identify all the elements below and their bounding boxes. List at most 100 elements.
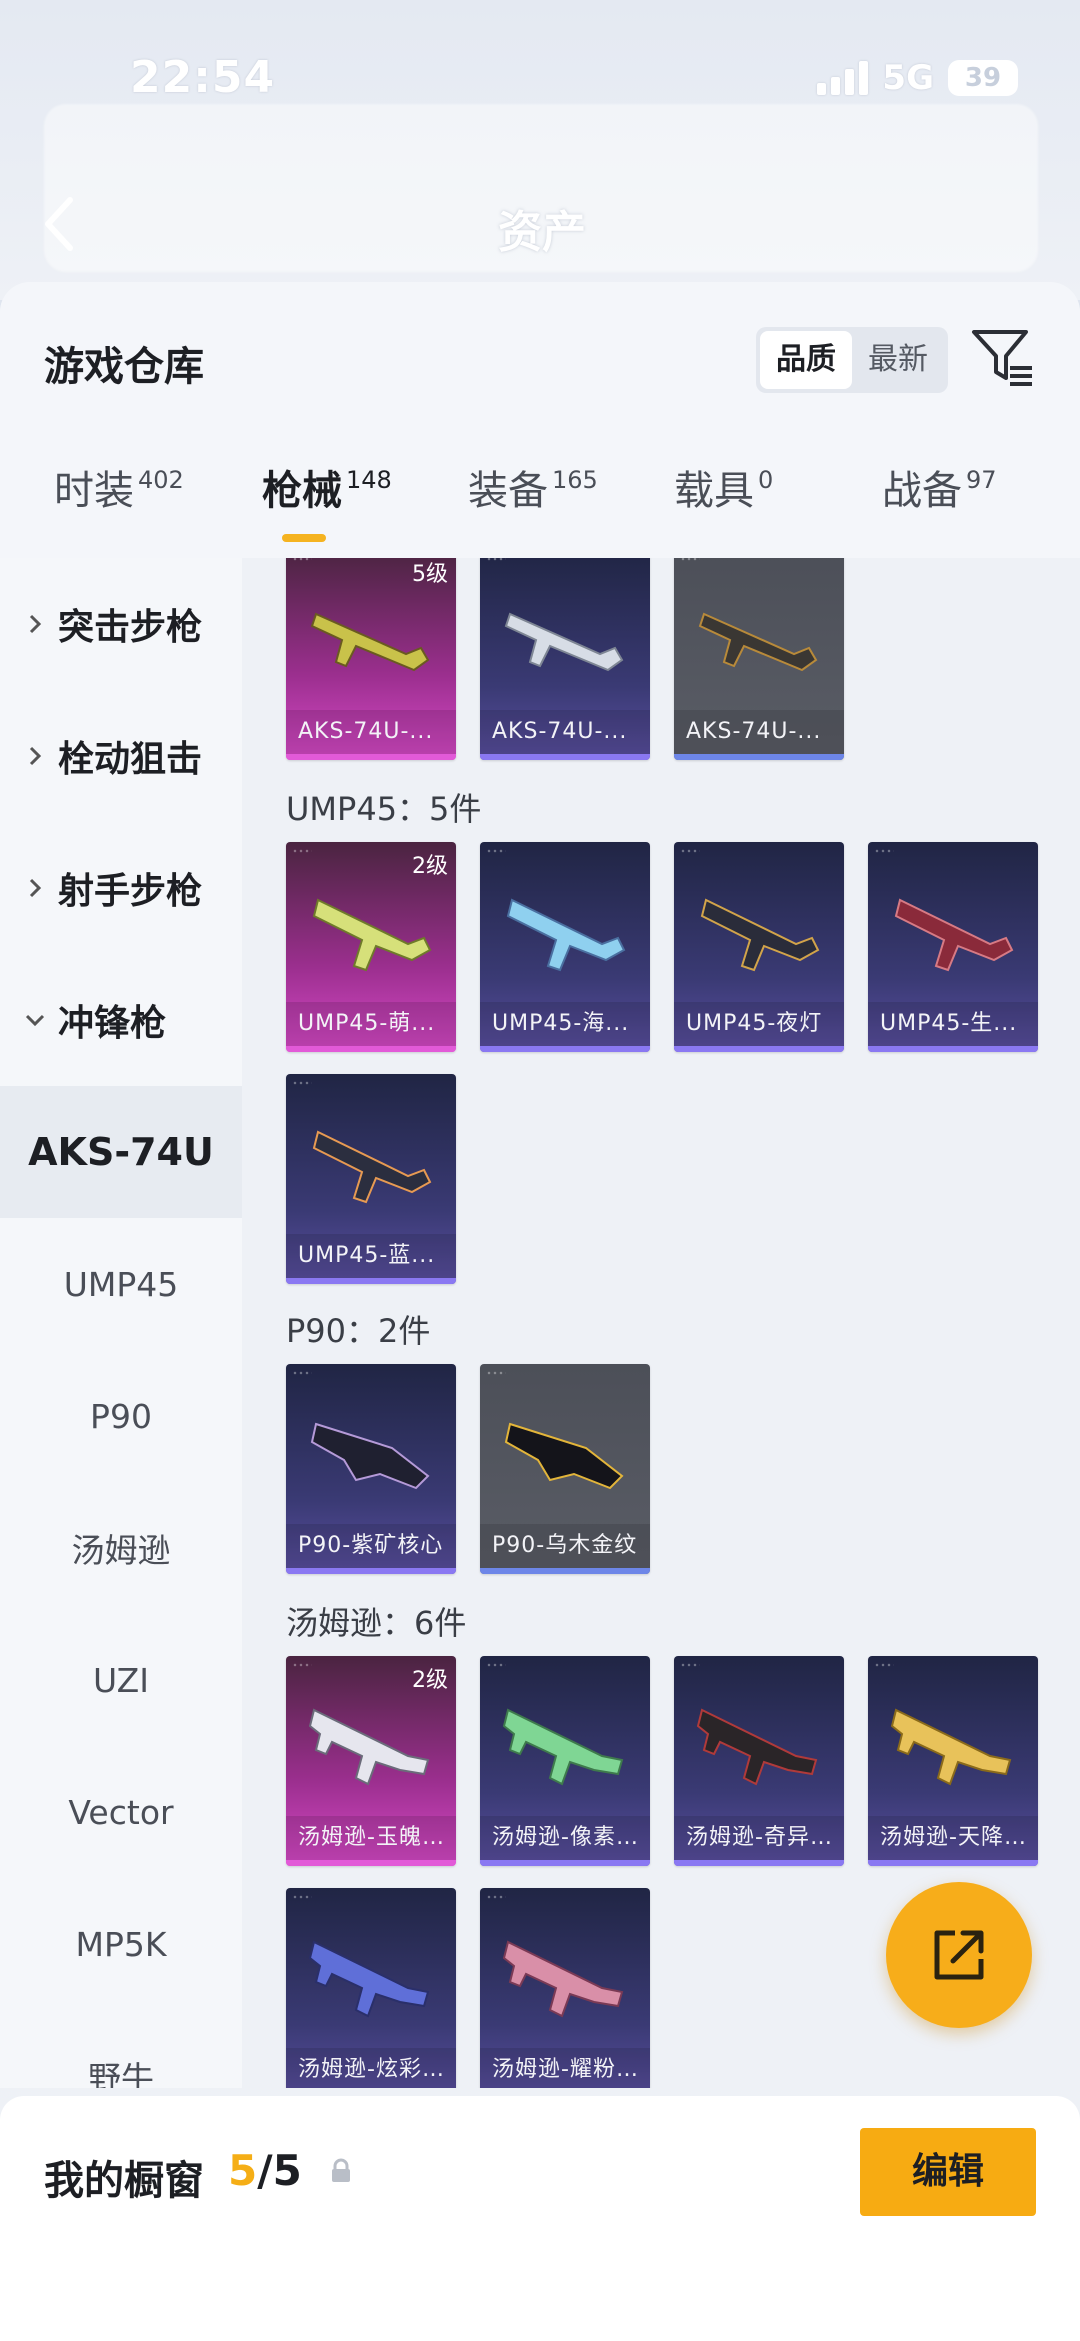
skin-card[interactable]: UMP45-夜灯 — [674, 842, 844, 1052]
skin-card[interactable]: 汤姆逊-炫彩... — [286, 1888, 456, 2088]
skin-card[interactable]: 汤姆逊-耀粉... — [480, 1888, 650, 2088]
skin-card[interactable]: 汤姆逊-奇异... — [674, 1656, 844, 1866]
page-title: 资产 — [498, 207, 586, 258]
active-tab-indicator — [282, 534, 326, 542]
tab-equipment[interactable]: 装备 165 — [468, 458, 598, 558]
skin-card[interactable]: P90-乌木金纹 — [480, 1364, 650, 1574]
tab-vehicles[interactable]: 载具 0 — [674, 458, 773, 558]
weapon-category-list: 突击步枪 栓动狙击 射手步枪 冲锋枪 AKS-74U UMP45 P90 汤姆逊… — [0, 558, 242, 2088]
card-decoration — [680, 1662, 700, 1668]
smg-icon — [700, 898, 820, 972]
sort-latest-button[interactable]: 最新 — [852, 331, 944, 389]
skin-card[interactable]: 汤姆逊-天降... — [868, 1656, 1038, 1866]
page-header: 22:54 5G 39 资产 — [0, 0, 1080, 300]
thompson-icon — [308, 1708, 430, 1786]
skin-name: 汤姆逊-奇异... — [674, 1816, 844, 1860]
thompson-icon — [696, 1708, 818, 1786]
filter-icon[interactable] — [970, 326, 1036, 388]
skin-name: UMP45-萌... — [286, 1002, 456, 1046]
rifle-icon — [310, 612, 430, 672]
card-decoration — [486, 558, 506, 562]
rarity-bar — [286, 1278, 456, 1284]
skin-card[interactable]: 5级 AKS-74U-... — [286, 558, 456, 760]
rarity-bar — [674, 1046, 844, 1052]
category-marksman-rifle[interactable]: 射手步枪 — [0, 822, 242, 954]
sort-toggle: 品质 最新 — [756, 327, 948, 393]
network-type: 5G — [882, 58, 934, 98]
skin-name: UMP45-生... — [868, 1002, 1038, 1046]
card-decoration — [680, 848, 700, 854]
edit-button[interactable]: 编辑 — [860, 2128, 1036, 2216]
subcategory-bizon[interactable]: 野牛 — [0, 2010, 242, 2088]
rarity-bar — [480, 754, 650, 760]
share-button[interactable] — [886, 1882, 1032, 2028]
tab-count: 402 — [138, 466, 184, 494]
skin-card[interactable]: P90-紫矿核心 — [286, 1364, 456, 1574]
card-decoration — [292, 848, 312, 854]
rarity-bar — [480, 1860, 650, 1866]
smg-icon — [894, 898, 1014, 972]
rifle-icon — [698, 612, 818, 672]
category-bolt-sniper[interactable]: 栓动狙击 — [0, 690, 242, 822]
card-decoration — [292, 1370, 312, 1376]
skin-name: P90-紫矿核心 — [286, 1524, 456, 1568]
rarity-bar — [868, 1046, 1038, 1052]
tab-fashion[interactable]: 时装 402 — [54, 458, 184, 558]
subcategory-aks74u[interactable]: AKS-74U — [0, 1086, 242, 1218]
card-decoration — [486, 1370, 506, 1376]
subcategory-p90[interactable]: P90 — [0, 1350, 242, 1482]
skin-card[interactable]: AKS-74U-... — [480, 558, 650, 760]
battery-icon: 39 — [948, 60, 1018, 96]
rarity-bar — [674, 1860, 844, 1866]
rarity-bar — [480, 1046, 650, 1052]
skin-name: UMP45-蓝... — [286, 1234, 456, 1278]
card-decoration — [874, 1662, 894, 1668]
chevron-right-icon — [29, 878, 42, 898]
rarity-bar — [286, 1046, 456, 1052]
tab-label: 时装 — [54, 468, 134, 514]
weapon-skin-grid: 5级 AKS-74U-... AKS-74U-... AKS-74U-... U… — [242, 558, 1080, 2088]
category-assault-rifle[interactable]: 突击步枪 — [0, 558, 242, 690]
card-decoration — [292, 558, 312, 562]
tab-supplies[interactable]: 战备 97 — [882, 458, 997, 558]
thompson-icon — [502, 1940, 624, 2018]
skin-card[interactable]: 2级 UMP45-萌... — [286, 842, 456, 1052]
skin-name: 汤姆逊-天降... — [868, 1816, 1038, 1860]
subcategory-ump45[interactable]: UMP45 — [0, 1218, 242, 1350]
category-smg[interactable]: 冲锋枪 — [0, 954, 242, 1086]
card-decoration — [486, 1894, 506, 1900]
category-label: 突击步枪 — [58, 607, 203, 648]
warehouse-sheet: 游戏仓库 品质 最新 时装 402 枪械 148 装备 165 载具 0 战备 … — [0, 282, 1080, 2341]
skin-card[interactable]: AKS-74U-... — [674, 558, 844, 760]
subcategory-thompson[interactable]: 汤姆逊 — [0, 1482, 242, 1614]
chevron-down-icon — [25, 1014, 45, 1027]
card-decoration — [292, 1080, 312, 1086]
lock-icon — [332, 2158, 350, 2182]
showcase-count: 5/5 — [228, 2146, 302, 2195]
tab-label: 战备 — [882, 468, 962, 514]
sort-quality-button[interactable]: 品质 — [760, 331, 852, 389]
tab-label: 载具 — [674, 468, 754, 514]
skin-name: UMP45-海... — [480, 1002, 650, 1046]
group-title: P90：2件 — [286, 1312, 431, 1350]
subcategory-vector[interactable]: Vector — [0, 1746, 242, 1878]
rarity-bar — [286, 1568, 456, 1574]
skin-name: 汤姆逊-玉魄... — [286, 1816, 456, 1860]
chevron-left-icon[interactable] — [40, 196, 78, 252]
skin-card[interactable]: 2级 汤姆逊-玉魄... — [286, 1656, 456, 1866]
p90-icon — [310, 1422, 430, 1490]
skin-name: 汤姆逊-像素... — [480, 1816, 650, 1860]
thompson-icon — [890, 1708, 1012, 1786]
skin-card[interactable]: UMP45-生... — [868, 842, 1038, 1052]
rarity-bar — [286, 754, 456, 760]
smg-icon — [312, 1130, 432, 1204]
tab-firearms[interactable]: 枪械 148 — [262, 458, 392, 558]
subcategory-mp5k[interactable]: MP5K — [0, 1878, 242, 2010]
subcategory-uzi[interactable]: UZI — [0, 1614, 242, 1746]
card-decoration — [486, 848, 506, 854]
skin-card[interactable]: UMP45-蓝... — [286, 1074, 456, 1284]
showcase-bar: 我的橱窗 5/5 编辑 — [0, 2096, 1080, 2341]
skin-card[interactable]: 汤姆逊-像素... — [480, 1656, 650, 1866]
skin-card[interactable]: UMP45-海... — [480, 842, 650, 1052]
group-title: UMP45：5件 — [286, 790, 482, 828]
